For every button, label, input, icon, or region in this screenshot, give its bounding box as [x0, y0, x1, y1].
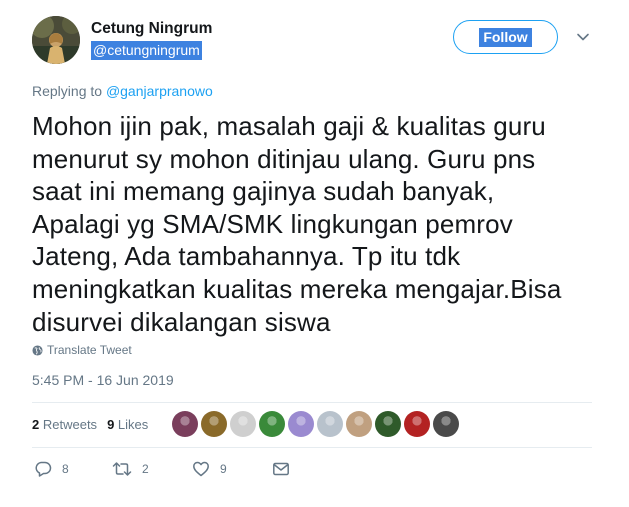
likes-count: 9 — [107, 417, 115, 432]
retweets-count: 2 — [32, 417, 40, 432]
follow-button-label: Follow — [479, 27, 532, 47]
tweet: Cetung Ningrum @cetungningrum Follow Rep… — [0, 0, 629, 507]
reply-to-handle-link[interactable]: @ganjarpranowo — [106, 83, 213, 99]
likes-label: Likes — [117, 417, 149, 432]
reply-count: 8 — [62, 462, 69, 476]
liker-avatar[interactable] — [433, 411, 459, 437]
replying-to-label: Replying to — [32, 83, 103, 99]
like-button[interactable]: 9 — [192, 460, 227, 478]
divider — [32, 402, 592, 403]
tweet-stats: 2 Retweets 9 Likes — [32, 417, 148, 432]
reply-icon — [35, 461, 52, 477]
like-count: 9 — [220, 462, 227, 476]
user-name[interactable]: Cetung Ningrum — [91, 20, 212, 38]
globe-icon — [32, 344, 43, 356]
reply-button[interactable]: 8 — [34, 460, 69, 478]
translate-tweet-label: Translate Tweet — [47, 343, 132, 357]
divider — [32, 447, 592, 448]
envelope-icon — [273, 462, 289, 476]
tweet-timestamp[interactable]: 5:45 PM - 16 Jun 2019 — [32, 372, 174, 388]
chevron-down-icon[interactable] — [576, 30, 590, 44]
likes-stat[interactable]: 9 Likes — [107, 417, 148, 432]
liker-avatar[interactable] — [317, 411, 343, 437]
avatar-image — [32, 16, 80, 64]
tweet-text: Mohon ijin pak, masalah gaji & kualitas … — [32, 111, 562, 337]
user-handle[interactable]: @cetungningrum — [91, 41, 202, 60]
liker-avatar[interactable] — [375, 411, 401, 437]
retweets-label: Retweets — [42, 417, 98, 432]
replying-to: Replying to @ganjarpranowo — [32, 83, 213, 99]
translate-tweet-link[interactable]: Translate Tweet — [32, 343, 132, 357]
follow-button[interactable]: Follow — [453, 20, 558, 54]
avatar[interactable] — [32, 16, 80, 64]
liker-avatar[interactable] — [201, 411, 227, 437]
liker-avatars — [172, 411, 459, 437]
liker-avatar[interactable] — [172, 411, 198, 437]
liker-avatar[interactable] — [230, 411, 256, 437]
liker-avatar[interactable] — [346, 411, 372, 437]
heart-icon — [193, 461, 209, 477]
liker-avatar[interactable] — [404, 411, 430, 437]
direct-message-button[interactable] — [272, 460, 290, 478]
retweets-stat[interactable]: 2 Retweets — [32, 417, 97, 432]
retweet-count: 2 — [142, 462, 149, 476]
liker-avatar[interactable] — [259, 411, 285, 437]
liker-avatar[interactable] — [288, 411, 314, 437]
retweet-button[interactable]: 2 — [112, 460, 149, 478]
tweet-actions: 8 2 9 — [32, 460, 332, 480]
retweet-icon — [112, 462, 132, 476]
